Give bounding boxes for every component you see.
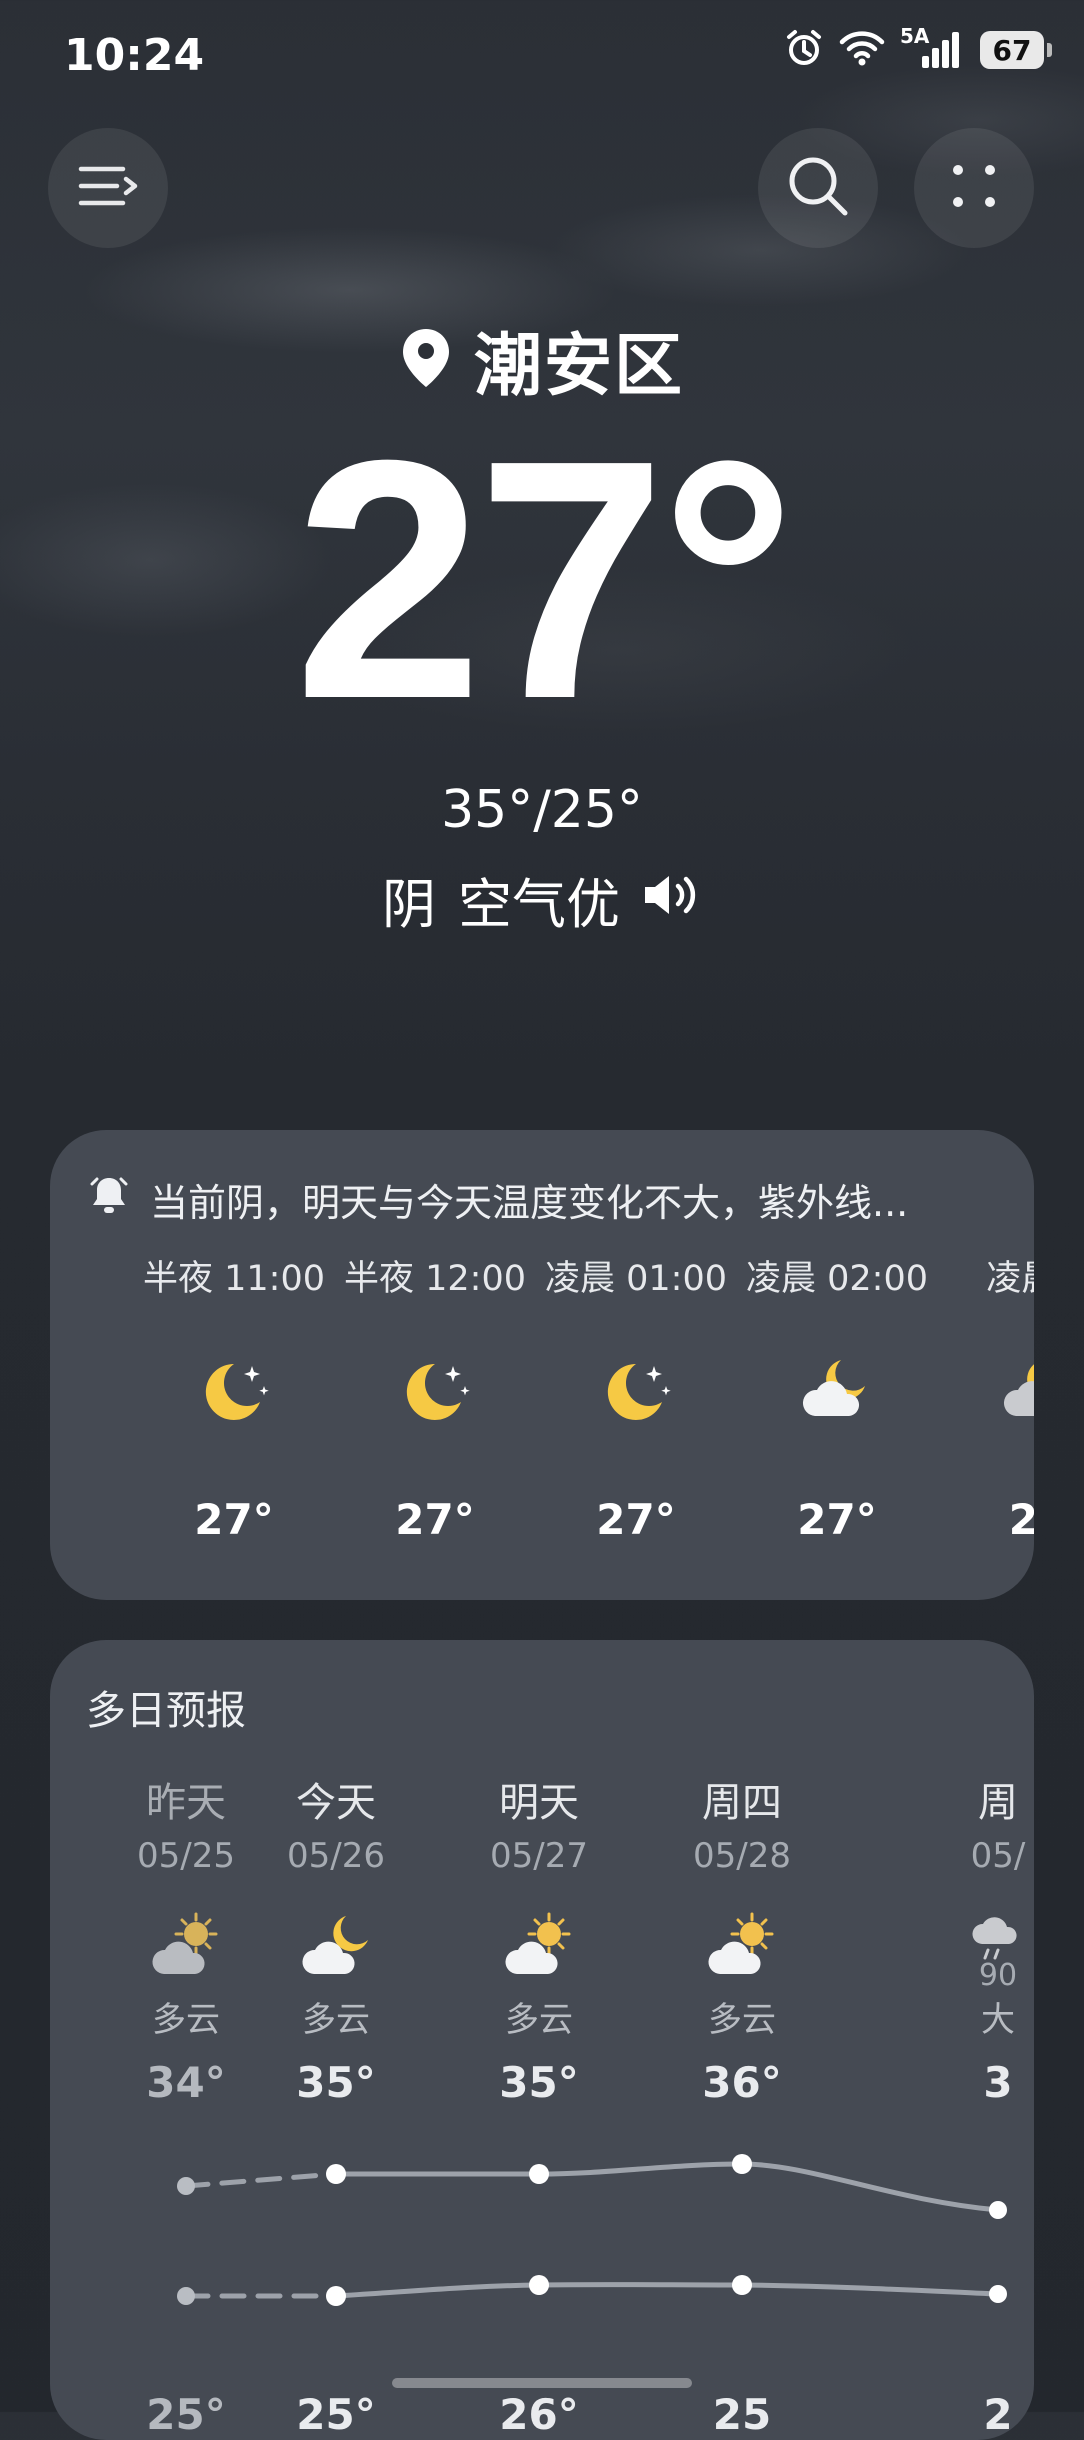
day-high: 36° [702,2058,782,2107]
high-curve [335,2161,999,2213]
hour-item[interactable]: 凌晨 02:00 27° [737,1250,937,1544]
more-button[interactable] [914,128,1034,248]
day-item-tomorrow[interactable]: 明天 05/27 多云 35° 26° [439,1770,639,2439]
battery-level: 67 [992,33,1032,67]
day-high: 3 [983,2058,1013,2107]
day-name: 今天 [296,1780,376,1826]
high-curve-past [183,2171,339,2189]
day-condition: 多云 [708,2000,776,2040]
hour-time: 凌晨 01:00 [545,1259,727,1299]
status-icons: 5A 67 [784,24,1052,72]
alert-text: 当前阴，明天与今天温度变化不大，紫外线... [150,1181,909,1225]
hourly-list[interactable]: 半夜 11:00 27° 半夜 12:00 27° 凌晨 01:00 27° 凌… [50,1250,1034,1590]
high-low-temperature: 35°/25° [441,780,643,840]
hour-temp: 27° [797,1495,877,1544]
day-condition: 多云 [505,2000,573,2040]
low-point [177,2287,195,2305]
hour-temp: 26 [1008,1495,1034,1544]
day-item-partial[interactable]: 周 05/ 90 大 3 2 [898,1770,1034,2439]
search-button[interactable] [758,128,878,248]
cloudy-night-icon [797,1350,877,1430]
daily-forecast-card[interactable]: 多日预报 昨天 05/25 多云 34° 25° 今天 05/26 多云 35°… [50,1640,1034,2440]
moon-star-icon [194,1350,274,1430]
day-name: 明天 [499,1780,579,1826]
hourly-forecast-card[interactable]: 当前阴，明天与今天温度变化不大，紫外线... 半夜 11:00 27° 半夜 1… [50,1130,1034,1600]
current-temperature: 27° [293,390,796,770]
status-time: 10:24 [64,30,205,81]
hour-temp: 27° [194,1495,274,1544]
partly-cloudy-day-icon [150,1910,226,1980]
day-date: 05/27 [490,1836,588,1876]
hour-time: 半夜 12:00 [344,1259,526,1299]
cellular-signal-icon: 5A [900,24,966,72]
more-dots-icon [950,162,998,214]
battery-icon: 67 [980,31,1052,69]
wifi-icon [838,28,886,72]
day-item-today[interactable]: 今天 05/26 多云 35° 25° [236,1770,436,2439]
hour-item[interactable]: 半夜 11:00 27° [134,1250,334,1544]
high-point [529,2164,549,2184]
low-point [732,2275,752,2295]
moon-star-icon [596,1350,676,1430]
day-low: 25 [712,2390,772,2439]
hour-item[interactable]: 半夜 12:00 27° [335,1250,535,1544]
condition-text: 阴 [382,873,436,936]
search-icon [787,155,849,221]
day-condition: 多云 [302,2000,370,2040]
day-item-thursday[interactable]: 周四 05/28 多云 36° 25 [642,1770,842,2439]
day-name: 周四 [702,1780,782,1826]
day-name: 周 [978,1780,1018,1826]
air-quality-text: 空气优 [458,873,620,936]
hour-temp: 27° [395,1495,475,1544]
hour-item[interactable]: 凌晨 01:00 27° [536,1250,736,1544]
high-point [177,2177,195,2195]
day-low: 2 [983,2390,1013,2439]
hour-time: 半夜 11:00 [143,1259,325,1299]
day-date: 05/28 [693,1836,791,1876]
heavy-rain-icon: 90 [898,1910,1034,1993]
high-point [326,2164,346,2184]
day-high: 35° [499,2058,579,2107]
speaker-icon[interactable] [642,868,702,931]
partly-cloudy-day-icon [503,1910,579,1980]
daily-list[interactable]: 昨天 05/25 多云 34° 25° 今天 05/26 多云 35° 25° … [50,1770,1034,2440]
day-condition: 大 [981,2000,1015,2040]
daily-forecast-title: 多日预报 [86,1688,246,1734]
day-low: 25° [296,2390,376,2439]
condition-line: 阴 空气优 [0,860,1084,939]
day-low: 26° [499,2390,579,2439]
low-point [326,2286,346,2306]
hour-time: 凌晨 02:00 [746,1259,928,1299]
partly-cloudy-night-icon [300,1910,376,1980]
bell-icon [90,1174,128,1225]
location-pin-icon [400,327,452,393]
high-point [989,2201,1007,2219]
weather-alert[interactable]: 当前阴，明天与今天温度变化不大，紫外线... [90,1172,908,1227]
day-date: 05/ [970,1836,1026,1876]
precip-probability: 90 [978,1958,1018,1993]
partly-cloudy-day-icon [706,1910,782,1980]
hour-item[interactable]: 凌晨 0 26 [938,1250,1034,1544]
low-point [529,2275,549,2295]
cloudy-night-icon [998,1350,1034,1430]
day-high: 35° [296,2058,376,2107]
high-point [732,2154,752,2174]
home-indicator[interactable] [392,2378,692,2388]
menu-button[interactable] [48,128,168,248]
low-point [989,2285,1007,2303]
day-date: 05/26 [287,1836,385,1876]
alarm-icon [784,28,824,72]
hour-time: 凌晨 0 [986,1259,1034,1299]
status-bar: 10:24 5A 67 [0,0,1084,110]
moon-star-icon [395,1350,475,1430]
low-curve [335,2282,999,2299]
menu-icon [78,163,138,213]
hour-temp: 27° [596,1495,676,1544]
